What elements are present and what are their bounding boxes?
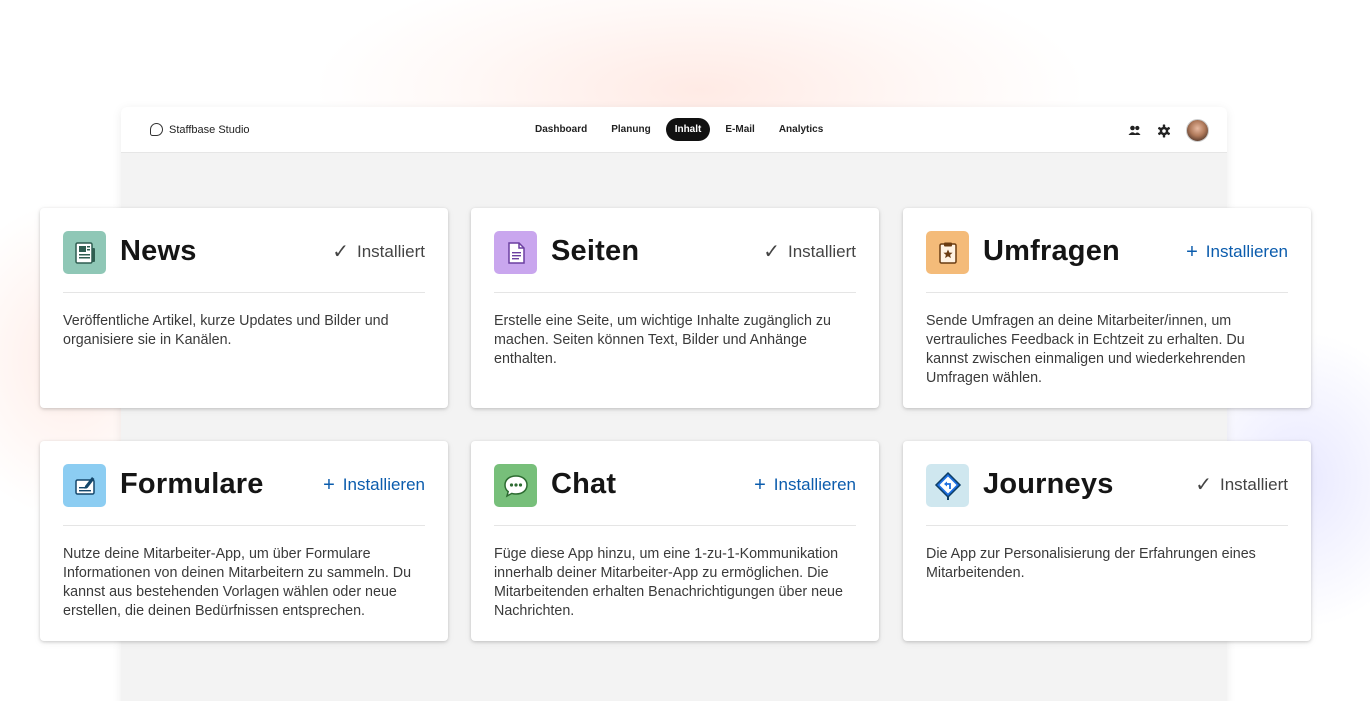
clipboard-star-icon [926, 231, 969, 274]
card-header: Journeys ✓ Installiert [926, 464, 1288, 526]
app-card-chat[interactable]: Chat + Installieren Füge diese App hinzu… [471, 441, 879, 641]
nav-email[interactable]: E-Mail [716, 118, 763, 141]
nav-dashboard[interactable]: Dashboard [526, 118, 596, 141]
card-header: Seiten ✓ Installiert [494, 231, 856, 293]
card-description: Füge diese App hinzu, um eine 1-zu-1-Kom… [494, 546, 843, 619]
app-card-seiten[interactable]: Seiten ✓ Installiert Erstelle eine Seite… [471, 208, 879, 408]
install-button[interactable]: + Installieren [323, 475, 425, 495]
card-title: News [120, 235, 197, 267]
status-label: Installieren [342, 475, 425, 494]
card-description: Veröffentliche Artikel, kurze Updates un… [63, 313, 389, 348]
card-description: Nutze deine Mitarbeiter-App, um über For… [63, 546, 412, 619]
check-icon: ✓ [1195, 474, 1212, 496]
card-header: Chat + Installieren [494, 464, 856, 526]
status-label: Installieren [773, 475, 856, 494]
page-icon [494, 231, 537, 274]
install-button[interactable]: + Installieren [754, 475, 856, 495]
card-title: Umfragen [983, 235, 1120, 267]
install-button[interactable]: + Installieren [1186, 242, 1288, 262]
card-description: Erstelle eine Seite, um wichtige Inhalte… [494, 313, 831, 367]
status-label: Installiert [787, 242, 856, 261]
app-card-news[interactable]: News ✓ Installiert Veröffentliche Artike… [40, 208, 448, 408]
status-label: Installieren [1205, 242, 1288, 261]
status-label: Installiert [1219, 475, 1288, 494]
card-header: News ✓ Installiert [63, 231, 425, 293]
card-header: Formulare + Installieren [63, 464, 425, 526]
card-header: Umfragen + Installieren [926, 231, 1288, 293]
toolbar-tools [1126, 119, 1209, 142]
brand-name: Staffbase Studio [169, 123, 250, 136]
chat-bubble-icon [150, 123, 163, 136]
installed-status: ✓ Installiert [763, 242, 856, 262]
avatar[interactable] [1186, 119, 1209, 142]
form-pen-icon [63, 464, 106, 507]
installed-status: ✓ Installiert [1195, 475, 1288, 495]
card-title: Chat [551, 468, 617, 500]
installed-status: ✓ Installiert [332, 242, 425, 262]
plus-icon: + [1186, 241, 1198, 263]
check-icon: ✓ [763, 241, 780, 263]
nav-analytics[interactable]: Analytics [770, 118, 832, 141]
plus-icon: + [754, 474, 766, 496]
users-icon[interactable] [1126, 123, 1142, 139]
card-title: Formulare [120, 468, 264, 500]
gear-icon[interactable] [1156, 123, 1172, 139]
nav-planung[interactable]: Planung [602, 118, 659, 141]
newspaper-icon [63, 231, 106, 274]
card-title: Seiten [551, 235, 640, 267]
check-icon: ✓ [332, 241, 349, 263]
brand[interactable]: Staffbase Studio [150, 123, 250, 136]
app-card-journeys[interactable]: Journeys ✓ Installiert Die App zur Perso… [903, 441, 1311, 641]
card-description: Die App zur Personalisierung der Erfahru… [926, 546, 1256, 581]
status-label: Installiert [356, 242, 425, 261]
top-bar: Staffbase Studio Dashboard Planung Inhal… [121, 107, 1227, 153]
route-sign-icon [926, 464, 969, 507]
app-card-umfragen[interactable]: Umfragen + Installieren Sende Umfragen a… [903, 208, 1311, 408]
plus-icon: + [323, 474, 335, 496]
card-description: Sende Umfragen an deine Mitarbeiter/inne… [926, 313, 1246, 386]
chat-dots-icon [494, 464, 537, 507]
card-title: Journeys [983, 468, 1114, 500]
nav-inhalt[interactable]: Inhalt [665, 118, 711, 141]
main-nav: Dashboard Planung Inhalt E-Mail Analytic… [526, 118, 832, 141]
app-card-formulare[interactable]: Formulare + Installieren Nutze deine Mit… [40, 441, 448, 641]
